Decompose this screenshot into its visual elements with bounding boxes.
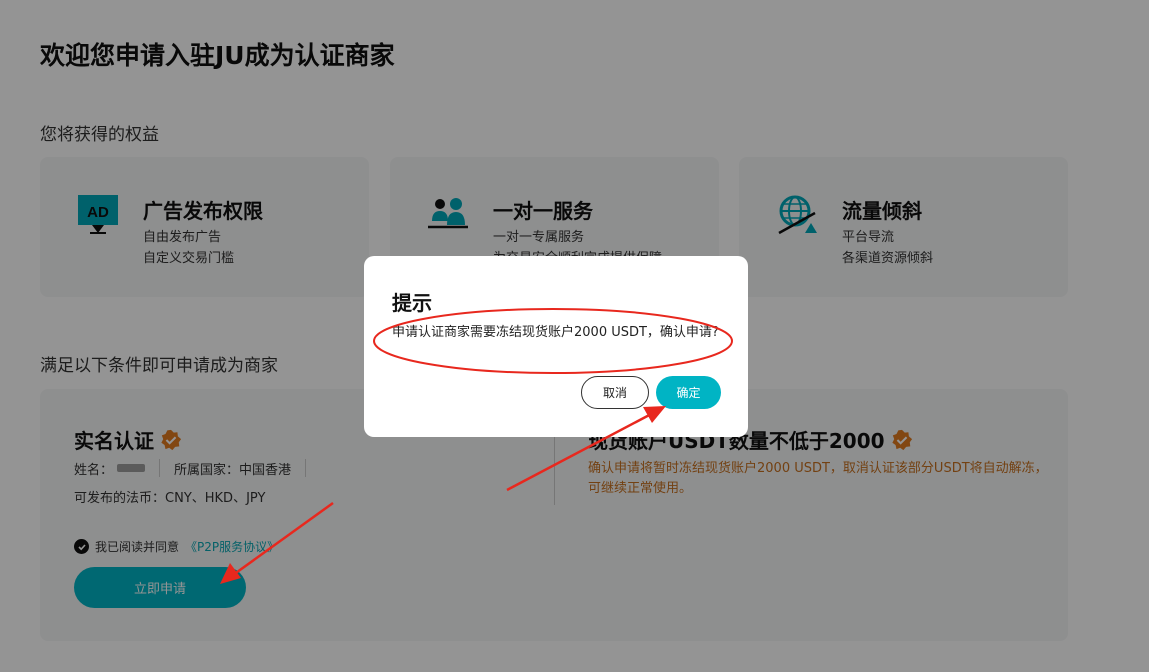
- cancel-button[interactable]: 取消: [581, 376, 649, 409]
- dialog-title: 提示: [392, 291, 432, 315]
- dialog-message: 申请认证商家需要冻结现货账户2000 USDT，确认申请?: [392, 325, 719, 340]
- confirm-button[interactable]: 确定: [656, 376, 721, 409]
- confirm-dialog: 提示 申请认证商家需要冻结现货账户2000 USDT，确认申请? 取消 确定: [364, 256, 748, 437]
